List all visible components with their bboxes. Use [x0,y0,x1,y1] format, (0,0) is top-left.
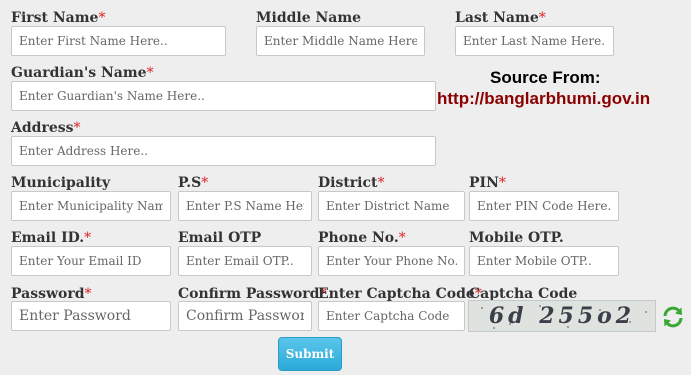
source-heading: Source From: [490,68,601,87]
middle-name-input[interactable] [256,26,425,56]
mobile-otp-input[interactable] [469,246,619,276]
middle-name-label: Middle Name [256,10,362,26]
address-label: Address* [11,120,81,136]
district-label: District* [318,175,385,191]
mobile-otp-label: Mobile OTP. [469,230,564,246]
guardian-name-label: Guardian's Name* [11,65,154,81]
phone-label: Phone No.* [318,230,406,246]
pin-input[interactable] [469,191,619,221]
captcha-code-label: Enter Captcha Code* [318,286,482,302]
refresh-icon[interactable] [661,305,685,329]
ps-input[interactable] [178,191,312,221]
email-input[interactable] [11,246,171,276]
email-otp-input[interactable] [178,246,312,276]
pin-label: PIN* [469,175,506,191]
phone-input[interactable] [318,246,465,276]
last-name-label: Last Name* [455,10,546,26]
email-label: Email ID.* [11,230,92,246]
captcha-code-input[interactable] [318,301,465,331]
password-input[interactable] [11,301,171,331]
captcha-image: 6d 255o2 [468,300,656,332]
district-input[interactable] [318,191,465,221]
municipality-label: Municipality [11,175,111,191]
ps-label: P.S* [178,175,209,191]
municipality-input[interactable] [11,191,171,221]
submit-button[interactable]: Submit [278,337,342,371]
source-url: http://banglarbhumi.gov.in [437,89,651,108]
confirm-password-label: Confirm Password* [178,286,327,302]
first-name-label: First Name* [11,10,106,26]
last-name-input[interactable] [455,26,614,56]
captcha-text: 6d 255o2 [488,303,636,329]
guardian-name-input[interactable] [11,81,436,111]
address-input[interactable] [11,136,436,166]
confirm-password-input[interactable] [178,301,312,331]
first-name-input[interactable] [11,26,226,56]
email-otp-label: Email OTP [178,230,262,246]
password-label: Password* [11,286,92,302]
